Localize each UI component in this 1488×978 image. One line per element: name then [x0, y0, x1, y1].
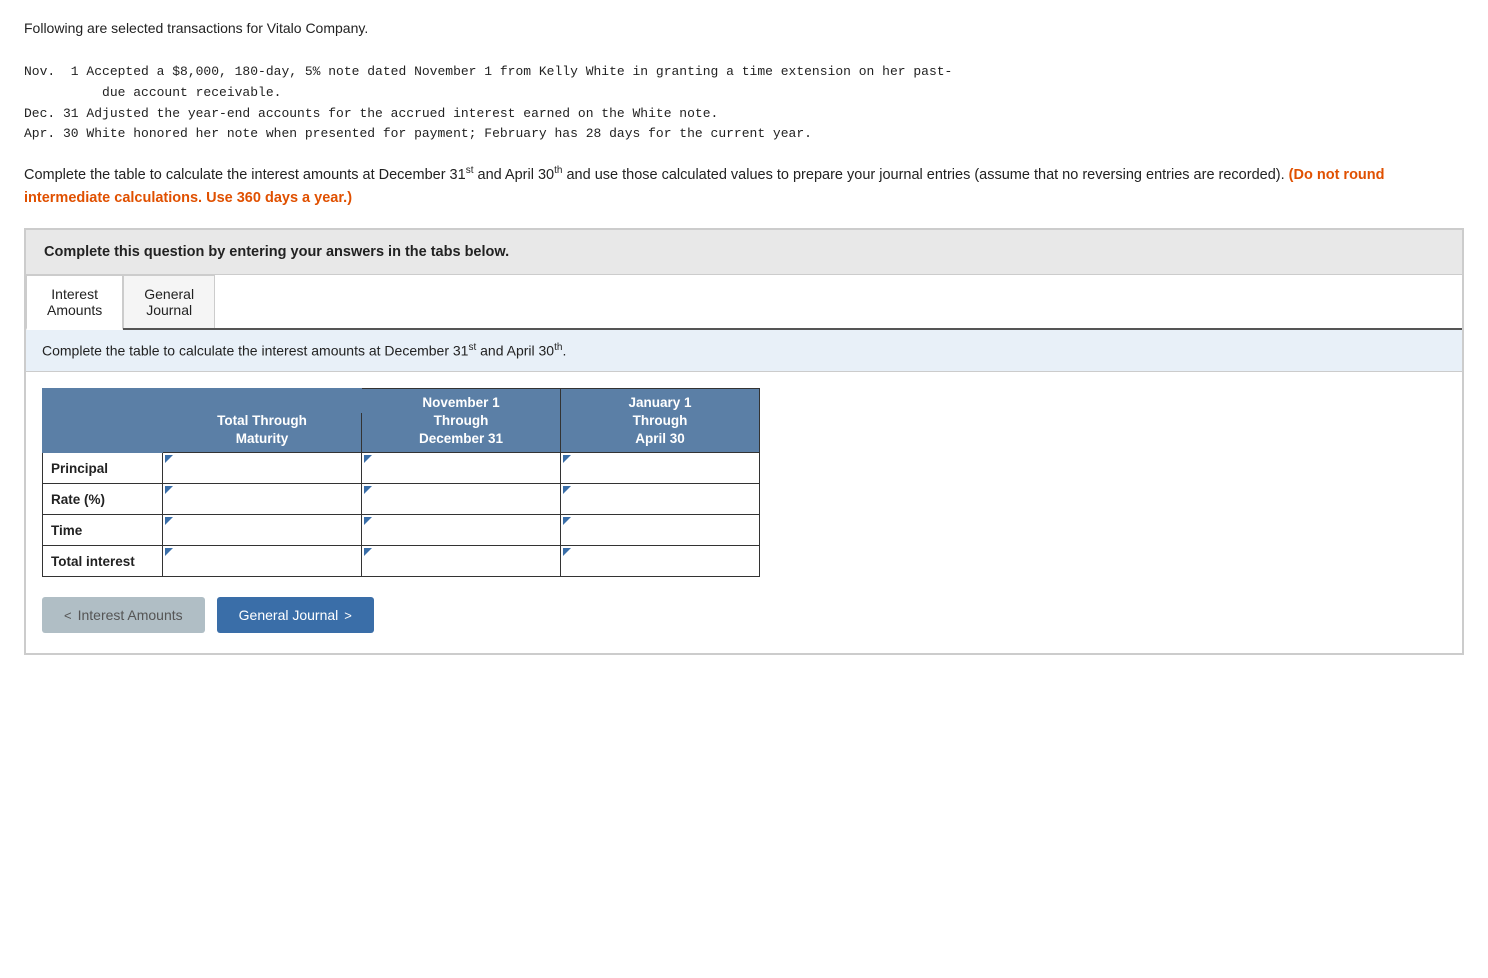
- th-total-mid: Total Through: [163, 413, 362, 431]
- row-principal-col3[interactable]: [561, 453, 760, 484]
- table-header-bot: Maturity December 31 April 30: [43, 431, 760, 453]
- principal-total-input[interactable]: [173, 453, 361, 483]
- tab-content-interest-amounts: Complete the table to calculate the inte…: [26, 330, 1462, 633]
- triangle-icon: [364, 548, 372, 556]
- rate-apr30-input[interactable]: [571, 484, 759, 514]
- tabs-row: InterestAmounts GeneralJournal: [26, 275, 1462, 330]
- instruction-text: Complete the table to calculate the inte…: [24, 163, 1464, 210]
- highlight-text: (Do not round intermediate calculations.…: [24, 167, 1385, 206]
- complete-box-label: Complete this question by entering your …: [44, 244, 509, 260]
- th-jan1-top: January 1: [561, 389, 760, 414]
- chevron-left-icon: <: [64, 608, 72, 623]
- row-principal-col1[interactable]: [163, 453, 362, 484]
- table-header-mid: Total Through Through Through: [43, 413, 760, 431]
- triangle-icon: [165, 455, 173, 463]
- rate-dec31-input[interactable]: [372, 484, 560, 514]
- triangle-icon: [165, 486, 173, 494]
- row-time-col3[interactable]: [561, 515, 760, 546]
- triangle-icon: [563, 548, 571, 556]
- transactions-text: Nov. 1 Accepted a $8,000, 180-day, 5% no…: [24, 62, 1464, 145]
- row-total-interest-col3[interactable]: [561, 546, 760, 577]
- triangle-icon: [563, 486, 571, 494]
- triangle-icon: [364, 455, 372, 463]
- triangle-icon: [364, 486, 372, 494]
- time-total-input[interactable]: [173, 515, 361, 545]
- table-row: Principal: [43, 453, 760, 484]
- chevron-right-icon: >: [344, 608, 352, 623]
- next-button-label: General Journal: [239, 607, 339, 623]
- table-row: Time: [43, 515, 760, 546]
- th-empty-1: [43, 389, 163, 414]
- row-time-col2[interactable]: [362, 515, 561, 546]
- table-row: Total interest: [43, 546, 760, 577]
- th-empty-2: [163, 389, 362, 414]
- triangle-icon: [563, 517, 571, 525]
- row-rate-col2[interactable]: [362, 484, 561, 515]
- total-interest-dec31-input[interactable]: [372, 546, 560, 576]
- row-time-label: Time: [43, 515, 163, 546]
- row-rate-col3[interactable]: [561, 484, 760, 515]
- tab-interest-amounts-label: InterestAmounts: [47, 286, 102, 318]
- row-total-interest-label: Total interest: [43, 546, 163, 577]
- rate-total-input[interactable]: [173, 484, 361, 514]
- th-apr30-bot: April 30: [561, 431, 760, 453]
- row-total-interest-col2[interactable]: [362, 546, 561, 577]
- row-time-col1[interactable]: [163, 515, 362, 546]
- bottom-navigation: < Interest Amounts General Journal >: [42, 597, 1446, 633]
- tab-general-journal[interactable]: GeneralJournal: [123, 275, 215, 328]
- tabs-container: InterestAmounts GeneralJournal Complete …: [25, 275, 1463, 654]
- row-principal-col2[interactable]: [362, 453, 561, 484]
- th-nov1-mid: Through: [362, 413, 561, 431]
- interest-table: November 1 January 1 Total Through Throu…: [42, 388, 760, 577]
- time-apr30-input[interactable]: [571, 515, 759, 545]
- tab-instruction: Complete the table to calculate the inte…: [26, 330, 1462, 372]
- th-empty-3: [43, 413, 163, 431]
- intro-line1: Following are selected transactions for …: [24, 20, 1464, 36]
- next-button[interactable]: General Journal >: [217, 597, 374, 633]
- triangle-icon: [165, 517, 173, 525]
- th-total-bot: Maturity: [163, 431, 362, 453]
- th-dec31-bot: December 31: [362, 431, 561, 453]
- tab-general-journal-label: GeneralJournal: [144, 286, 194, 318]
- total-interest-total-input[interactable]: [173, 546, 361, 576]
- table-row: Rate (%): [43, 484, 760, 515]
- th-nov1-top: November 1: [362, 389, 561, 414]
- row-rate-label: Rate (%): [43, 484, 163, 515]
- prev-button[interactable]: < Interest Amounts: [42, 597, 205, 633]
- time-dec31-input[interactable]: [372, 515, 560, 545]
- triangle-icon: [165, 548, 173, 556]
- total-interest-apr30-input[interactable]: [571, 546, 759, 576]
- triangle-icon: [364, 517, 372, 525]
- tab-interest-amounts[interactable]: InterestAmounts: [26, 275, 123, 330]
- th-jan1-mid: Through: [561, 413, 760, 431]
- row-principal-label: Principal: [43, 453, 163, 484]
- principal-dec31-input[interactable]: [372, 453, 560, 483]
- th-empty-4: [43, 431, 163, 453]
- principal-apr30-input[interactable]: [571, 453, 759, 483]
- prev-button-label: Interest Amounts: [78, 607, 183, 623]
- complete-box: Complete this question by entering your …: [25, 229, 1463, 275]
- table-header-top: November 1 January 1: [43, 389, 760, 414]
- row-total-interest-col1[interactable]: [163, 546, 362, 577]
- row-rate-col1[interactable]: [163, 484, 362, 515]
- question-container: Complete this question by entering your …: [24, 228, 1464, 655]
- triangle-icon: [563, 455, 571, 463]
